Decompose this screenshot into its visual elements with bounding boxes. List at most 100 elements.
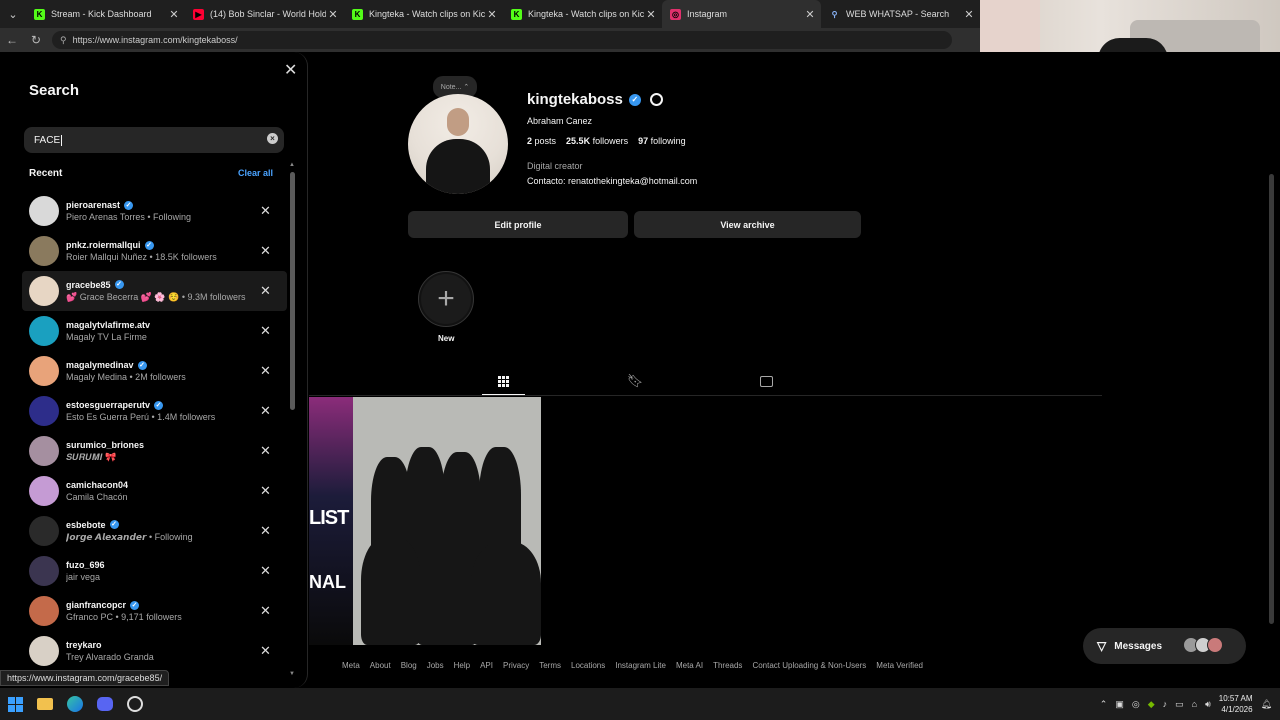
obs-icon[interactable] (120, 688, 150, 720)
result-username-text: surumico_briones (66, 439, 145, 450)
tab-title: (14) Bob Sinclar - World Hold On (210, 9, 326, 19)
footer-link[interactable]: Meta AI (676, 661, 703, 670)
back-arrow-icon[interactable]: ← (0, 33, 24, 47)
file-explorer-icon[interactable] (30, 688, 60, 720)
browser-tab[interactable]: ◎ Instagram ✕ (662, 0, 821, 28)
remove-recent-icon[interactable]: ✕ (260, 603, 271, 619)
close-tab-icon[interactable]: ✕ (167, 8, 181, 21)
discord-icon[interactable] (90, 688, 120, 720)
page-scrollbar[interactable] (1269, 174, 1274, 624)
tab-title: Kingteka - Watch clips on Kick (528, 9, 644, 19)
edge-browser-icon[interactable] (60, 688, 90, 720)
footer-link[interactable]: Meta (342, 661, 360, 670)
footer-link[interactable]: Instagram Lite (615, 661, 666, 670)
microphone-icon[interactable]: ♪ (1163, 699, 1168, 709)
nvidia-icon[interactable]: ◆ (1148, 699, 1155, 710)
scroll-down-arrow-icon[interactable]: ▼ (289, 671, 295, 677)
notification-bell-icon[interactable]: 🔔︎ (1261, 699, 1272, 710)
system-tray: ⌃ ▣ ◎ ◆ ♪ ▭ ⌂ 🔊︎ 10:57 AM 4/1/2026 🔔︎ (1100, 688, 1272, 720)
list-item[interactable]: camichacon04 Camila Chacón ✕ (22, 471, 287, 511)
footer-link[interactable]: Terms (539, 661, 561, 670)
search-input[interactable]: FACE (24, 127, 284, 153)
footer-link[interactable]: Contact Uploading & Non-Users (752, 661, 866, 670)
list-item[interactable]: esbebote ✓ 𝙅𝙤𝙧𝙜𝙚 𝘼𝙡𝙚𝙭𝙖𝙣𝙙𝙚𝙧 • Following ✕ (22, 511, 287, 551)
reload-icon[interactable]: ↻ (24, 33, 48, 47)
close-tab-icon[interactable]: ✕ (326, 8, 340, 21)
scroll-up-arrow-icon[interactable]: ▲ (289, 162, 295, 168)
following-link[interactable]: 97 following (638, 136, 686, 146)
remove-recent-icon[interactable]: ✕ (260, 443, 271, 459)
footer-link[interactable]: Help (454, 661, 470, 670)
messages-button[interactable]: ▽ Messages (1083, 628, 1246, 664)
list-item[interactable]: fuzo_696 jair vega ✕ (22, 551, 287, 591)
remove-recent-icon[interactable]: ✕ (260, 643, 271, 659)
windows-start-icon[interactable] (0, 688, 30, 720)
list-item[interactable]: gracebe85 ✓ 💕 Grace Becerra 💕 🌸 ☺️ • 9.3M … (22, 271, 287, 311)
search-scrollbar[interactable] (290, 172, 295, 410)
browser-tab[interactable]: K Kingteka - Watch clips on Kick ✕ (344, 0, 503, 28)
result-subtitle: Piero Arenas Torres • Following (66, 212, 192, 222)
browser-tab[interactable]: ▶ (14) Bob Sinclar - World Hold On✕ (185, 0, 344, 28)
site-info-icon[interactable]: ⚲ (60, 35, 67, 46)
url-field[interactable]: ⚲ https://www.instagram.com/kingtekaboss… (52, 31, 952, 49)
view-archive-button[interactable]: View archive (634, 211, 861, 238)
remove-recent-icon[interactable]: ✕ (260, 203, 271, 219)
list-item[interactable]: pnkz.roiermallqui ✓ Roier Mallqui Nuñez • … (22, 231, 287, 271)
footer-link[interactable]: Meta Verified (876, 661, 923, 670)
footer-link[interactable]: Privacy (503, 661, 529, 670)
tab-posts[interactable] (495, 373, 511, 389)
edit-profile-button[interactable]: Edit profile (408, 211, 628, 238)
footer-link[interactable]: Locations (571, 661, 605, 670)
result-subtitle: 𝙅𝙤𝙧𝙜𝙚 𝘼𝙡𝙚𝙭𝙖𝙣𝙙𝙚𝙧 • Following (66, 531, 193, 542)
list-item[interactable]: magalymedinav ✓ Magaly Medina • 2M followe… (22, 351, 287, 391)
tray-app-icon[interactable]: ◎ (1132, 699, 1140, 710)
remove-recent-icon[interactable]: ✕ (260, 323, 271, 339)
close-tab-icon[interactable]: ✕ (803, 8, 817, 21)
footer-link[interactable]: Jobs (427, 661, 444, 670)
tray-app-icon[interactable]: ▣ (1115, 699, 1124, 710)
display-icon[interactable]: ▭ (1175, 699, 1184, 710)
remove-recent-icon[interactable]: ✕ (260, 403, 271, 419)
footer-link[interactable]: Threads (713, 661, 742, 670)
remove-recent-icon[interactable]: ✕ (260, 283, 271, 299)
browser-tab[interactable]: ⚲ WEB WHATSAP - Search ✕ (821, 0, 980, 28)
list-item[interactable]: pieroarenast ✓ Piero Arenas Torres • Follo… (22, 191, 287, 231)
list-item[interactable]: gianfrancopcr ✓ Gfranco PC • 9,171 followe… (22, 591, 287, 631)
taskbar-clock[interactable]: 10:57 AM 4/1/2026 (1219, 693, 1253, 715)
clear-all-button[interactable]: Clear all (238, 168, 273, 178)
list-item[interactable]: magalytvlafirme.atv Magaly TV La Firme ✕ (22, 311, 287, 351)
footer-link[interactable]: API (480, 661, 493, 670)
post-thumbnail[interactable]: LIST NAL (309, 397, 541, 645)
browser-tab[interactable]: K Kingteka - Watch clips on Kick ✕ (503, 0, 662, 28)
tray-chevron-icon[interactable]: ⌃ (1100, 699, 1108, 710)
footer-link[interactable]: Blog (401, 661, 417, 670)
remove-recent-icon[interactable]: ✕ (260, 563, 271, 579)
tab-tagged[interactable] (758, 373, 774, 389)
result-subtitle: Trey Alvarado Granda (66, 652, 154, 662)
close-tab-icon[interactable]: ✕ (644, 8, 658, 21)
remove-recent-icon[interactable]: ✕ (260, 483, 271, 499)
remove-recent-icon[interactable]: ✕ (260, 363, 271, 379)
tab-saved[interactable]: 🔖︎ (627, 373, 644, 389)
tab-list-chevron-icon[interactable]: ⌄ (0, 0, 26, 28)
list-item[interactable]: surumico_briones 𝑺𝑼𝑹𝑼𝑴𝑰 🎀 ✕ (22, 431, 287, 471)
settings-gear-icon[interactable] (649, 93, 663, 106)
tabs-divider (309, 395, 1102, 396)
close-tab-icon[interactable]: ✕ (485, 8, 499, 21)
list-item[interactable]: estoesguerraperutv ✓ Esto Es Guerra Perú •… (22, 391, 287, 431)
network-icon[interactable]: ⌂ (1192, 699, 1197, 709)
footer-link[interactable]: About (370, 661, 391, 670)
result-username-text: esbebote (66, 519, 106, 530)
close-tab-icon[interactable]: ✕ (962, 8, 976, 21)
profile-avatar[interactable] (408, 94, 508, 194)
close-search-icon[interactable]: ✕ (284, 60, 297, 80)
post-previous-thumbnail[interactable]: LIST NAL (309, 397, 353, 645)
new-highlight-button[interactable]: + (418, 271, 474, 327)
clear-search-icon[interactable]: × (267, 133, 278, 144)
list-item[interactable]: treykaro Trey Alvarado Granda ✕ (22, 631, 287, 671)
remove-recent-icon[interactable]: ✕ (260, 523, 271, 539)
browser-tab[interactable]: K Stream - Kick Dashboard ✕ (26, 0, 185, 28)
remove-recent-icon[interactable]: ✕ (260, 243, 271, 259)
followers-link[interactable]: 25.5K followers (566, 136, 628, 146)
volume-icon[interactable]: 🔊︎ (1205, 699, 1211, 710)
